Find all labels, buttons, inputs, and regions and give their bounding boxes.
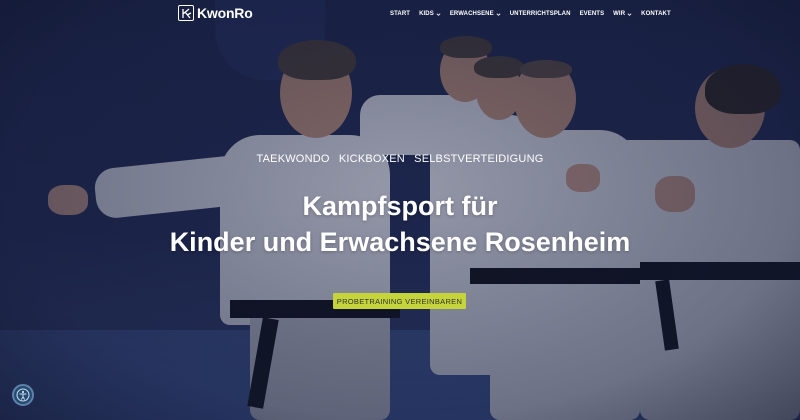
accessibility-button[interactable] xyxy=(12,384,34,406)
nav-label: KIDS xyxy=(419,11,434,17)
nav-item-start[interactable]: START xyxy=(390,11,410,17)
tagline-item: SELBSTVERTEIDIGUNG xyxy=(414,153,544,165)
nav-label: ERWACHSENE xyxy=(449,11,494,17)
kwonro-logo-icon xyxy=(178,5,194,21)
hero-headline: Kampfsport für Kinder und Erwachsene Ros… xyxy=(0,188,800,260)
nav-item-wir[interactable]: WIR xyxy=(613,11,632,17)
hero-tagline: TAEKWONDO KICKBOXEN SELBSTVERTEIDIGUNG xyxy=(0,153,800,165)
nav-item-unterrichtsplan[interactable]: UNTERRICHTSPLAN xyxy=(510,11,571,17)
nav-label: KONTAKT xyxy=(641,11,671,17)
nav-label: WIR xyxy=(613,11,626,17)
chevron-down-icon xyxy=(496,12,501,16)
nav-item-erwachsene[interactable]: ERWACHSENE xyxy=(450,11,501,17)
nav-item-events[interactable]: EVENTS xyxy=(580,11,605,17)
nav-item-kontakt[interactable]: KONTAKT xyxy=(641,11,671,17)
chevron-down-icon xyxy=(436,12,441,16)
tagline-item: TAEKWONDO xyxy=(256,153,330,165)
nav-label: START xyxy=(390,11,411,17)
tagline-item: KICKBOXEN xyxy=(338,153,405,165)
site-header: KwonRo START KIDS ERWACHSENE UNTERRICHTS… xyxy=(0,0,800,26)
nav-label: UNTERRICHTSPLAN xyxy=(509,11,571,17)
accessibility-icon xyxy=(16,388,30,402)
nav-item-kids[interactable]: KIDS xyxy=(419,11,441,17)
brand-name: KwonRo xyxy=(197,5,253,21)
nav-label: EVENTS xyxy=(579,11,605,17)
headline-line-1: Kampfsport für xyxy=(302,191,498,221)
probetraining-button[interactable]: PROBETRAINING VEREINBAREN xyxy=(333,293,466,309)
main-navigation: START KIDS ERWACHSENE UNTERRICHTSPLAN EV… xyxy=(390,9,671,19)
chevron-down-icon xyxy=(627,12,632,16)
site-logo[interactable]: KwonRo xyxy=(178,4,253,22)
headline-line-2: Kinder und Erwachsene Rosenheim xyxy=(169,227,631,257)
